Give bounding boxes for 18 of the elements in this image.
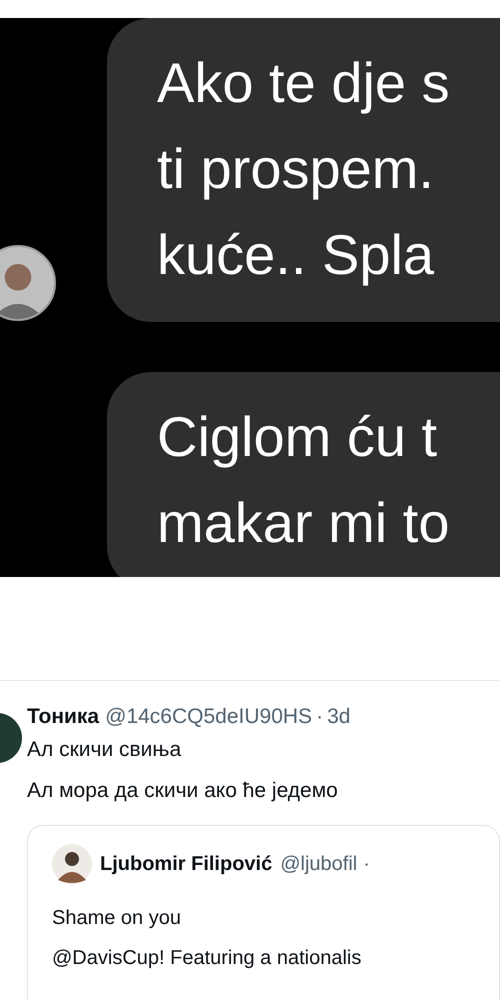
message-text: makar mi to: [157, 490, 450, 556]
user-handle[interactable]: @14c6CQ5deIU90HS: [105, 705, 312, 729]
user-name[interactable]: Тоника: [27, 705, 100, 729]
post-text: Ал мора да скичи ако ће једемо: [27, 778, 338, 804]
separator-dot: ·: [363, 852, 370, 876]
user-handle[interactable]: @ljubofil: [280, 852, 358, 876]
message-text: Ciglom ću t: [157, 404, 438, 470]
message-text: kuće.. Spla: [157, 222, 434, 288]
post-time[interactable]: 3d: [327, 705, 350, 729]
message-text: ti prospem.: [157, 136, 434, 202]
post-text: Ал скичи свиња: [27, 737, 182, 763]
message-text: Ako te dje s: [157, 50, 450, 116]
quoted-post[interactable]: Ljubomir Filipović @ljubofil · Shame on you @DavisCup! Featuring a nationalis: [27, 825, 500, 1000]
separator-dot: ·: [316, 705, 324, 729]
post-text: @DavisCup! Featuring a nationalis: [52, 946, 362, 971]
post-text: Shame on you: [52, 906, 181, 931]
avatar-icon: [52, 844, 92, 884]
user-name[interactable]: Ljubomir Filipović: [100, 852, 272, 876]
